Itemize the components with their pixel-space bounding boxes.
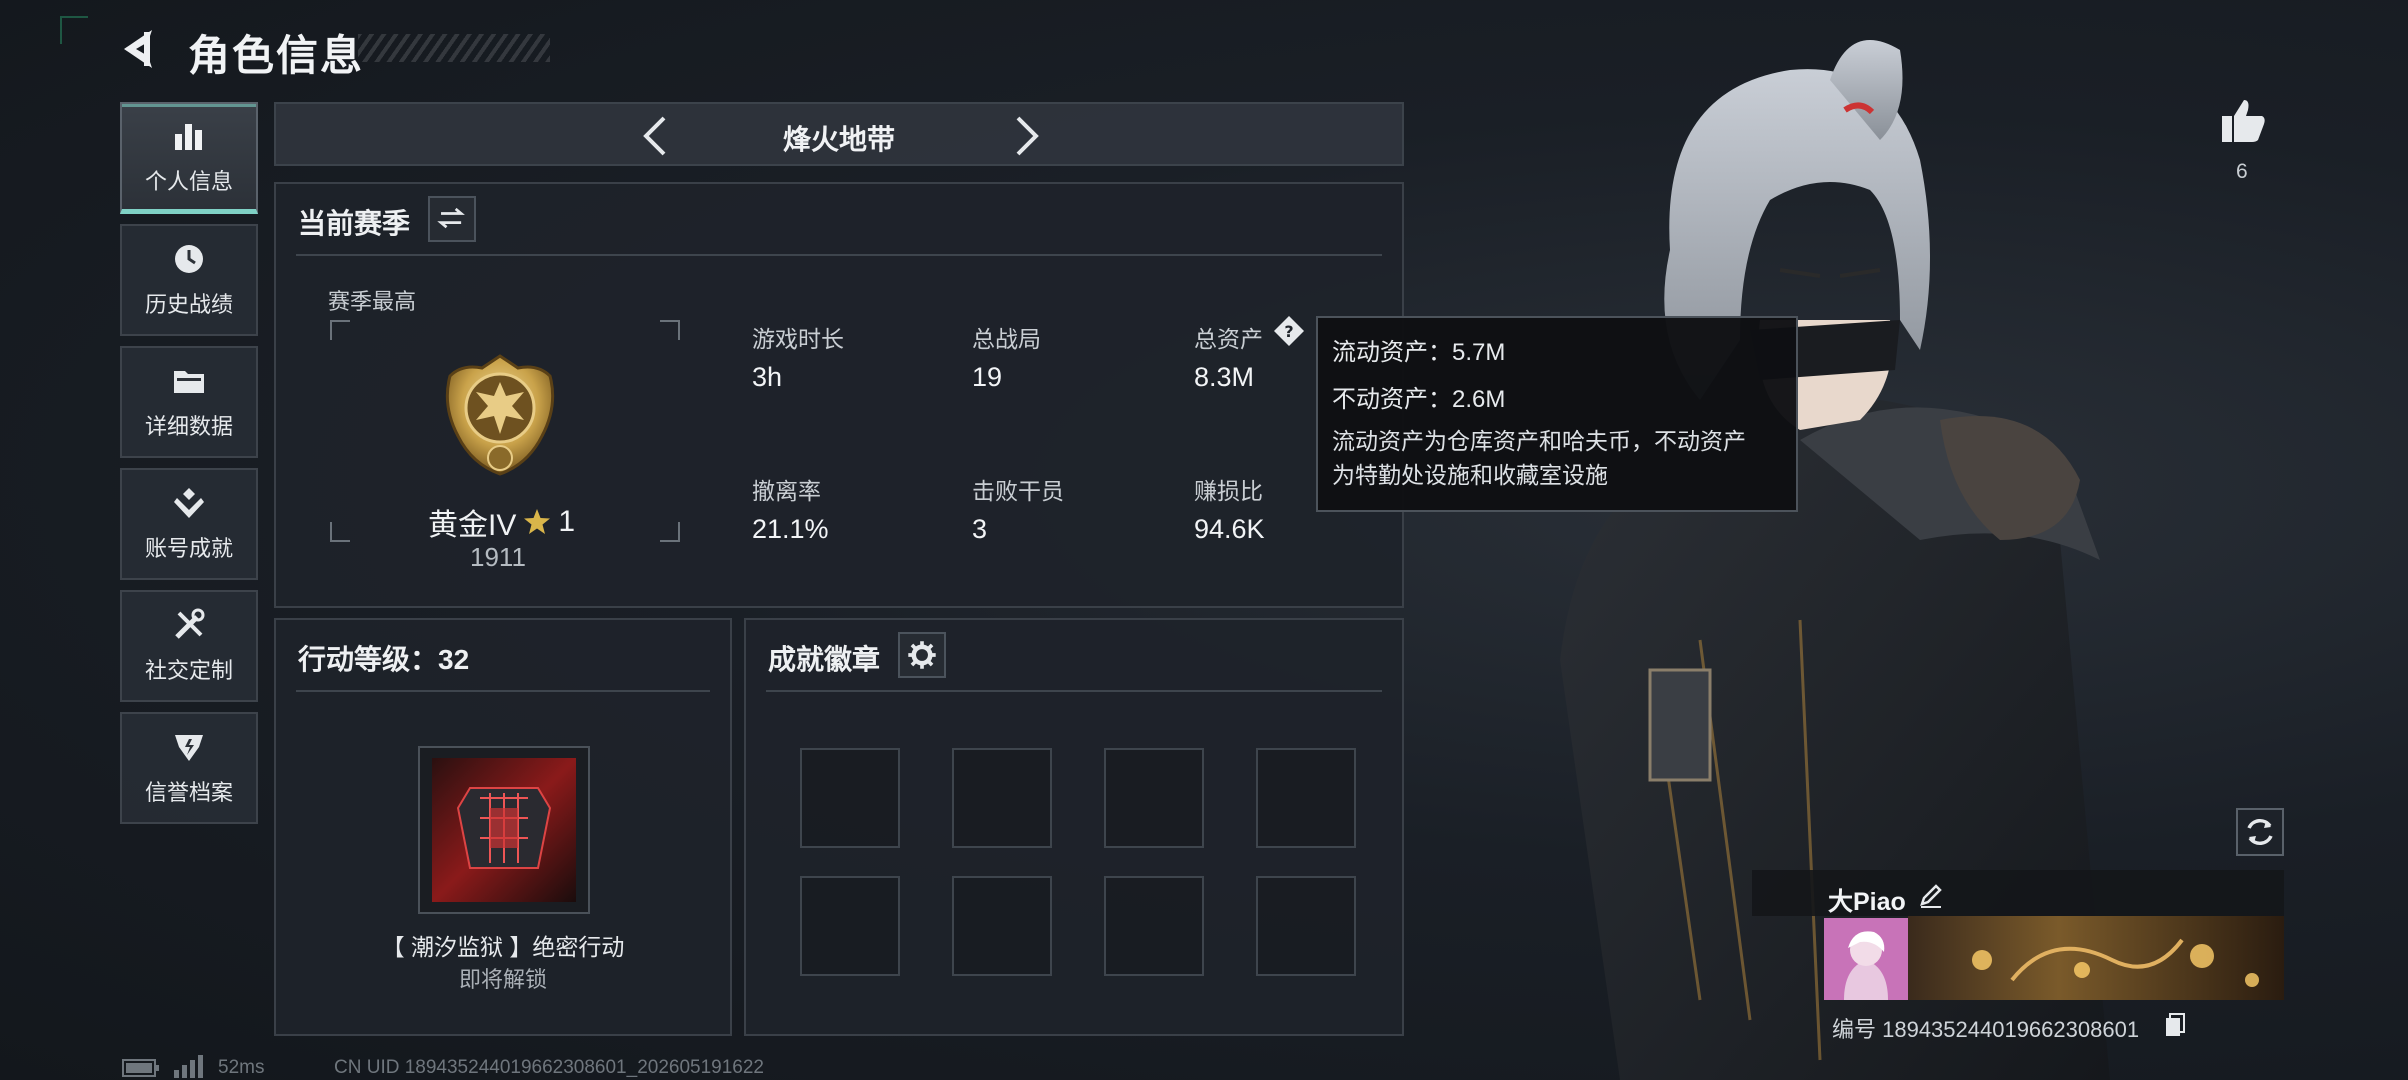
sidebar-item-label: 个人信息 <box>144 168 233 194</box>
tools-icon <box>175 608 205 639</box>
gear-icon <box>908 641 936 669</box>
operation-name: 【 潮汐监狱 】绝密行动 <box>381 934 625 960</box>
folder-icon <box>174 371 204 393</box>
season-title: 当前赛季 <box>298 208 411 239</box>
stat-value-total-matches: 19 <box>972 362 1003 392</box>
stat-label-profit-ratio: 赚损比 <box>1194 478 1263 504</box>
gold-rank-emblem-icon <box>445 354 555 476</box>
sidebar-item-label: 社交定制 <box>144 658 233 683</box>
swap-icon <box>437 207 465 229</box>
sidebar-item-reputation[interactable]: 信誉档案 <box>120 712 258 824</box>
sidebar-item-label: 历史战绩 <box>144 292 233 317</box>
rank-stars: 1 <box>558 505 576 538</box>
back-arrow-icon[interactable] <box>118 26 162 72</box>
thumbs-up-icon[interactable] <box>2218 96 2268 146</box>
like-count: 6 <box>2236 160 2248 183</box>
sidebar-item-social[interactable]: 社交定制 <box>120 590 258 702</box>
sidebar-item-personal-info[interactable]: 个人信息 <box>120 102 258 214</box>
stat-label-total-assets: 总资产 <box>1194 326 1263 352</box>
stat-value-total-assets: 8.3M <box>1194 362 1255 392</box>
stat-value-kills: 3 <box>972 514 988 544</box>
stat-value-profit-ratio: 94.6K <box>1194 514 1265 544</box>
help-icon[interactable]: ? <box>1272 314 1306 348</box>
badge-slot[interactable] <box>952 876 1052 976</box>
season-peak-label: 赛季最高 <box>328 289 417 314</box>
stat-value-playtime: 3h <box>752 362 783 392</box>
badge-slot[interactable] <box>1104 748 1204 848</box>
section-divider <box>296 690 710 692</box>
tooltip-description-line: 流动资产为仓库资产和哈夫币，不动资产 <box>1332 428 1746 454</box>
rank-name: 黄金IV <box>428 509 517 542</box>
mode-title: 烽火地带 <box>782 124 895 155</box>
tooltip-description: 流动资产为仓库资产和哈夫币，不动资产 为特勤处设施和收藏室设施 <box>1332 424 1782 492</box>
tooltip-description-line: 为特勤处设施和收藏室设施 <box>1332 462 1608 488</box>
badge-settings-button[interactable] <box>898 632 946 678</box>
badge-slot[interactable] <box>1256 876 1356 976</box>
clock-icon <box>175 245 203 273</box>
tooltip-fixed-assets: 不动资产：2.6M <box>1332 386 1506 413</box>
operation-status: 即将解锁 <box>458 967 547 992</box>
sidebar-item-achievements[interactable]: 账号成就 <box>120 468 258 580</box>
shield-icon <box>175 735 203 761</box>
badges-title: 成就徽章 <box>768 644 881 675</box>
action-level-title: 行动等级：32 <box>298 644 470 675</box>
season-switch-button[interactable] <box>428 196 476 242</box>
star-icon <box>524 509 551 534</box>
copy-icon[interactable] <box>2164 1012 2186 1038</box>
sidebar-item-label: 信誉档案 <box>144 780 233 805</box>
mode-selector: 烽火地带 <box>274 102 1404 166</box>
sidebar-item-label: 详细数据 <box>144 414 233 439</box>
badge-slot[interactable] <box>800 748 900 848</box>
badge-slot[interactable] <box>1256 748 1356 848</box>
section-divider <box>766 690 1382 692</box>
stat-label-extract-rate: 撤离率 <box>752 478 821 504</box>
operation-thumbnail[interactable] <box>418 746 590 914</box>
uid-readout: CN UID 1894352440196623086​01_2026051916… <box>334 1057 764 1078</box>
stat-label-total-matches: 总战局 <box>972 326 1041 352</box>
badge-slot[interactable] <box>952 748 1052 848</box>
corner-decoration <box>60 16 88 44</box>
badge-slot[interactable] <box>1104 876 1204 976</box>
tooltip-liquid-assets: 流动资产：5.7M <box>1332 339 1506 366</box>
battery-icon <box>122 1059 159 1077</box>
section-divider <box>296 254 1382 256</box>
achievement-badges-panel: 成就徽章 <box>744 618 1404 1036</box>
stat-label-kills: 击败干员 <box>972 478 1064 504</box>
title-decoration <box>358 34 550 62</box>
ping-readout: 52ms <box>218 1057 265 1078</box>
badge-slot[interactable] <box>800 876 900 976</box>
achievement-icon <box>174 488 204 518</box>
svg-text:?: ? <box>1284 322 1293 341</box>
edit-pencil-icon[interactable] <box>1918 882 1944 908</box>
chevron-right-icon[interactable] <box>1006 112 1046 160</box>
player-avatar[interactable] <box>1824 918 1908 1000</box>
sidebar-item-history[interactable]: 历史战绩 <box>120 224 258 336</box>
player-id: 编号 189435244019662308601 <box>1832 1017 2140 1042</box>
refresh-icon <box>2247 818 2273 846</box>
refresh-button[interactable] <box>2236 808 2284 856</box>
action-level-panel: 行动等级：32 【 潮汐监狱 】绝密行动 即将解锁 <box>274 618 732 1036</box>
sidebar-item-detailed-data[interactable]: 详细数据 <box>120 346 258 458</box>
stat-value-extract-rate: 21.1% <box>752 514 829 544</box>
player-nickname: 大Piao <box>1828 888 1906 916</box>
page-title: 角色信息 <box>188 32 365 79</box>
signal-icon <box>174 1055 203 1078</box>
stat-label-playtime: 游戏时长 <box>752 326 844 352</box>
rank-name-row: 黄金IV 1 <box>428 500 575 544</box>
bar-chart-icon <box>175 123 202 150</box>
sidebar-item-label: 账号成就 <box>144 536 233 561</box>
assets-tooltip: 流动资产：5.7M 不动资产：2.6M 流动资产为仓库资产和哈夫币，不动资产 为… <box>1316 316 1798 512</box>
operation-map-image <box>432 758 576 902</box>
rank-points: 1911 <box>470 542 526 572</box>
